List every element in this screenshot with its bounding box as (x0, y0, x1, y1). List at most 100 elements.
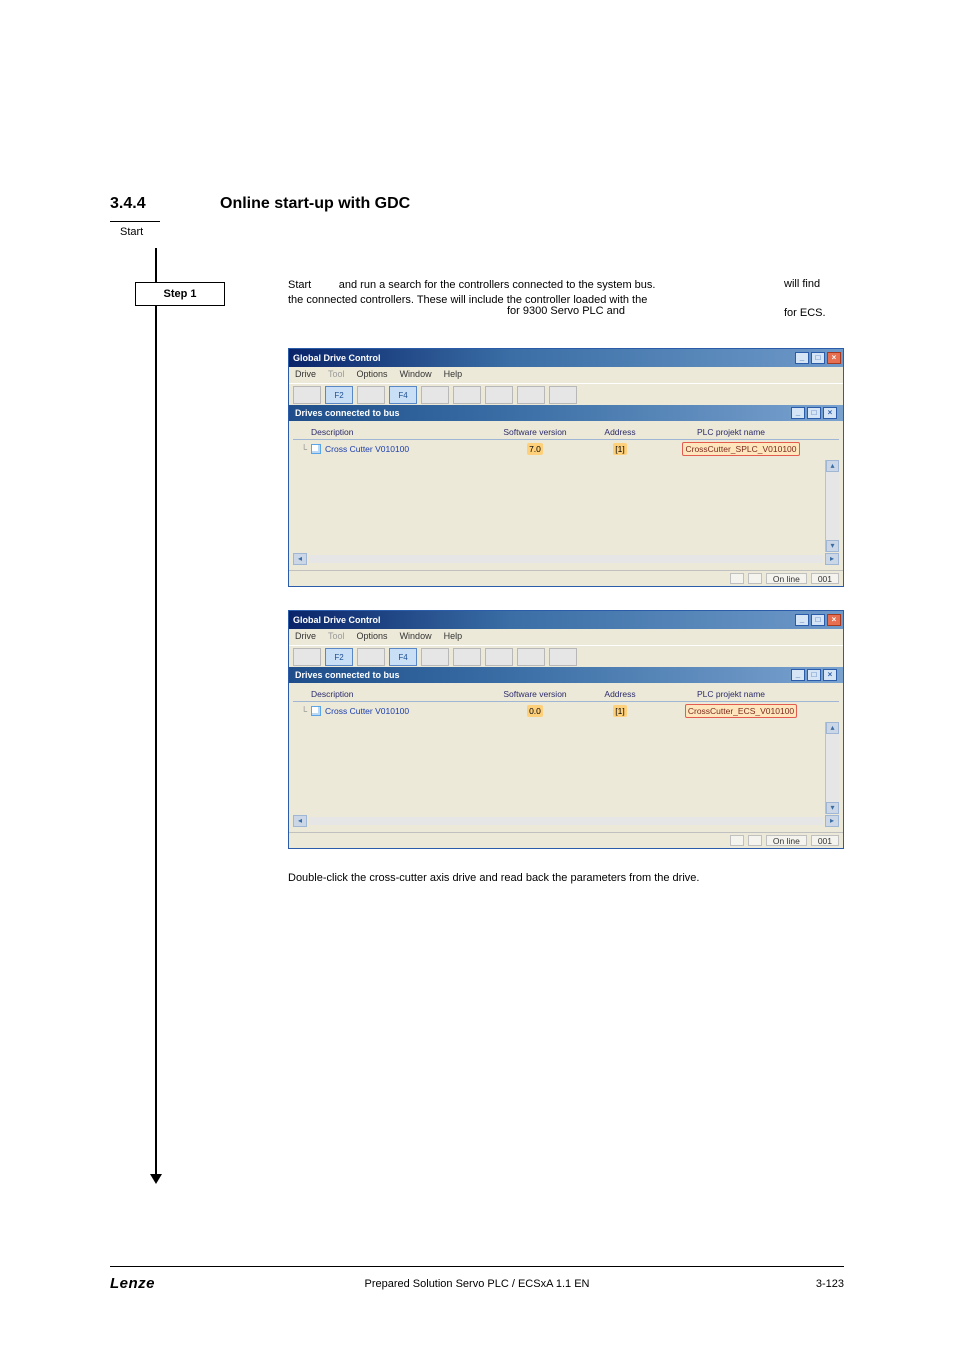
scroll-down-icon[interactable]: ▾ (826, 802, 839, 814)
vertical-scrollbar[interactable]: ▴ ▾ (825, 460, 839, 552)
menu-tool[interactable]: Tool (328, 631, 345, 643)
titlebar: Global Drive Control _ □ × (289, 349, 843, 367)
tb-btn-6[interactable] (453, 648, 481, 666)
scroll-track[interactable] (309, 555, 823, 563)
section-number: 3.4.4 (110, 195, 220, 213)
menu-options[interactable]: Options (357, 631, 388, 643)
th-plc-project[interactable]: PLC projekt name (655, 689, 837, 699)
th-description[interactable]: Description (295, 689, 485, 699)
tb-btn-6[interactable] (453, 386, 481, 404)
horizontal-scrollbar[interactable]: ◂ ▸ (293, 552, 839, 566)
table-header: Description Software version Address PLC… (293, 425, 839, 440)
close-button[interactable]: × (827, 352, 841, 364)
th-description[interactable]: Description (295, 427, 485, 437)
scroll-up-icon[interactable]: ▴ (826, 722, 839, 734)
scroll-right-icon[interactable]: ▸ (825, 815, 839, 827)
subwindow-titlebar: Drives connected to bus _ □ × (289, 405, 843, 421)
tb-btn-f2[interactable]: F2 (325, 386, 353, 404)
file-icon (311, 706, 321, 716)
status-cell-2 (748, 835, 762, 846)
gdc-screenshot-2: Global Drive Control _ □ × Drive Tool Op… (288, 610, 844, 849)
intro-line3-right: for ECS. (784, 307, 844, 319)
sw-pill: 7.0 (527, 443, 543, 455)
table-header: Description Software version Address PLC… (293, 687, 839, 702)
tb-btn-3[interactable] (357, 386, 385, 404)
tb-btn-7[interactable] (485, 386, 513, 404)
th-address[interactable]: Address (585, 427, 655, 437)
menu-drive[interactable]: Drive (295, 631, 316, 643)
tb-btn-5[interactable] (421, 386, 449, 404)
menu-window[interactable]: Window (400, 631, 432, 643)
minimize-button[interactable]: _ (795, 614, 809, 626)
subwindow-title: Drives connected to bus (295, 670, 400, 680)
status-cell-1 (730, 573, 744, 584)
tb-btn-9[interactable] (549, 648, 577, 666)
th-software-version[interactable]: Software version (485, 427, 585, 437)
cell-software-version: 7.0 (485, 443, 585, 455)
table-row[interactable]: └ Cross Cutter V010100 7.0 [1] CrossCutt… (293, 440, 839, 458)
menu-window[interactable]: Window (400, 369, 432, 381)
sub-close-button[interactable]: × (823, 669, 837, 681)
scroll-left-icon[interactable]: ◂ (293, 553, 307, 565)
double-click-instruction: Double-click the cross-cutter axis drive… (288, 872, 844, 884)
vertical-scrollbar[interactable]: ▴ ▾ (825, 722, 839, 814)
tb-btn-1[interactable] (293, 648, 321, 666)
intro-text: Start and run a search for the controlle… (288, 278, 844, 308)
scroll-right-icon[interactable]: ▸ (825, 553, 839, 565)
horizontal-scrollbar[interactable]: ◂ ▸ (293, 814, 839, 828)
status-cell-2 (748, 573, 762, 584)
sub-minimize-button[interactable]: _ (791, 407, 805, 419)
sub-maximize-button[interactable]: □ (807, 669, 821, 681)
scroll-left-icon[interactable]: ◂ (293, 815, 307, 827)
section-title: Online start-up with GDC (220, 195, 410, 213)
subwindow-titlebar: Drives connected to bus _ □ × (289, 667, 843, 683)
th-plc-project[interactable]: PLC projekt name (655, 427, 837, 437)
inner-panel: Description Software version Address PLC… (289, 421, 843, 570)
divider (110, 221, 160, 222)
th-address[interactable]: Address (585, 689, 655, 699)
cell-project: CrossCutter_SPLC_V010100 (655, 442, 837, 456)
window-title: Global Drive Control (293, 615, 381, 625)
maximize-button[interactable]: □ (811, 352, 825, 364)
menu-drive[interactable]: Drive (295, 369, 316, 381)
scroll-track[interactable] (309, 817, 823, 825)
menu-bar: Drive Tool Options Window Help (289, 629, 843, 645)
footer-center: Prepared Solution Servo PLC / ECSxA 1.1 … (110, 1278, 844, 1290)
tree-branch-icon: └ (301, 444, 307, 454)
menu-options[interactable]: Options (357, 369, 388, 381)
status-bar: On line 001 (289, 832, 843, 848)
status-code: 001 (811, 835, 839, 846)
menu-help[interactable]: Help (444, 369, 463, 381)
flow-line (155, 248, 157, 1178)
tree-branch-icon: └ (301, 706, 307, 716)
status-code: 001 (811, 573, 839, 584)
tb-btn-3[interactable] (357, 648, 385, 666)
tb-btn-9[interactable] (549, 386, 577, 404)
menu-tool[interactable]: Tool (328, 369, 345, 381)
sub-minimize-button[interactable]: _ (791, 669, 805, 681)
close-button[interactable]: × (827, 614, 841, 626)
table-row[interactable]: └ Cross Cutter V010100 0.0 [1] CrossCutt… (293, 702, 839, 720)
sub-maximize-button[interactable]: □ (807, 407, 821, 419)
maximize-button[interactable]: □ (811, 614, 825, 626)
scroll-down-icon[interactable]: ▾ (826, 540, 839, 552)
menu-help[interactable]: Help (444, 631, 463, 643)
tb-btn-7[interactable] (485, 648, 513, 666)
cell-address: [1] (585, 443, 655, 455)
sub-close-button[interactable]: × (823, 407, 837, 419)
list-area: ▴ ▾ (293, 460, 839, 552)
proj-pill: CrossCutter_ECS_V010100 (685, 704, 797, 718)
minimize-button[interactable]: _ (795, 352, 809, 364)
window-title: Global Drive Control (293, 353, 381, 363)
desc-text: Cross Cutter V010100 (325, 706, 409, 716)
tb-btn-8[interactable] (517, 648, 545, 666)
scroll-up-icon[interactable]: ▴ (826, 460, 839, 472)
tb-btn-1[interactable] (293, 386, 321, 404)
tb-btn-f4[interactable]: F4 (389, 386, 417, 404)
tb-btn-5[interactable] (421, 648, 449, 666)
sw-pill: 0.0 (527, 705, 543, 717)
th-software-version[interactable]: Software version (485, 689, 585, 699)
tb-btn-f2[interactable]: F2 (325, 648, 353, 666)
tb-btn-8[interactable] (517, 386, 545, 404)
tb-btn-f4[interactable]: F4 (389, 648, 417, 666)
